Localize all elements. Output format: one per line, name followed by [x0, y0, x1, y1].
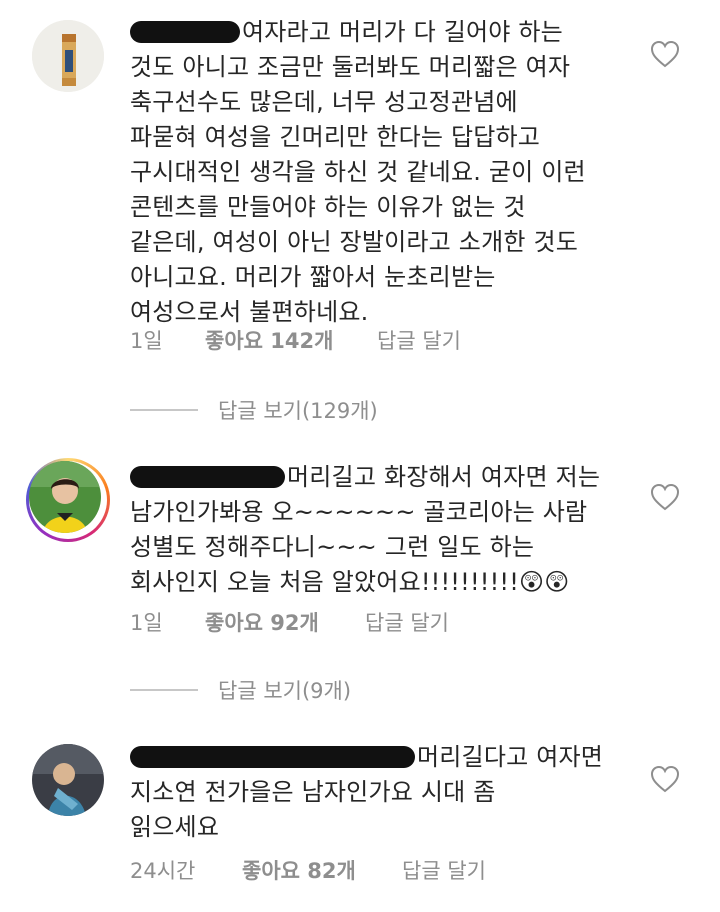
redacted-username: [130, 21, 240, 43]
comment-text: 머리길고 화장해서 여자면 저는 남가인가봐용 오~~~~~~ 골코리아는 사람…: [130, 463, 601, 596]
view-replies[interactable]: 답글 보기(129개): [130, 395, 378, 425]
heart-icon[interactable]: [650, 765, 680, 793]
like-count[interactable]: 좋아요 92개: [205, 607, 365, 637]
reply-button[interactable]: 답글 달기: [377, 325, 461, 355]
comment-meta: 24시간 좋아요 82개 답글 달기: [130, 855, 486, 885]
redacted-username: [130, 746, 415, 768]
comment-time: 1일: [130, 329, 163, 353]
heart-icon[interactable]: [650, 483, 680, 511]
reply-button[interactable]: 답글 달기: [402, 855, 486, 885]
comment-text: 여자라고 머리가 다 길어야 하는 것도 아니고 조금만 둘러봐도 머리짧은 여…: [130, 18, 586, 326]
avatar[interactable]: [32, 20, 104, 92]
comment-meta: 1일 좋아요 142개 답글 달기: [130, 325, 461, 355]
heart-icon[interactable]: [650, 40, 680, 68]
replies-divider: [130, 409, 198, 411]
comment-text: 머리길다고 여자면 지소연 전가을은 남자인가요 시대 좀 읽으세요: [130, 743, 604, 841]
view-replies-label[interactable]: 답글 보기(129개): [218, 395, 378, 425]
redacted-username: [130, 466, 285, 488]
comment-time: 1일: [130, 611, 163, 635]
story-ring[interactable]: [26, 458, 110, 542]
avatar[interactable]: [29, 461, 101, 533]
view-replies-label[interactable]: 답글 보기(9개): [218, 675, 351, 705]
like-count[interactable]: 좋아요 142개: [205, 325, 377, 355]
avatar[interactable]: [32, 744, 104, 816]
comment-meta: 1일 좋아요 92개 답글 달기: [130, 607, 449, 637]
reply-button[interactable]: 답글 달기: [365, 607, 449, 637]
view-replies[interactable]: 답글 보기(9개): [130, 675, 351, 705]
comment-time: 24시간: [130, 859, 196, 883]
replies-divider: [130, 689, 198, 691]
like-count[interactable]: 좋아요 82개: [242, 855, 402, 885]
